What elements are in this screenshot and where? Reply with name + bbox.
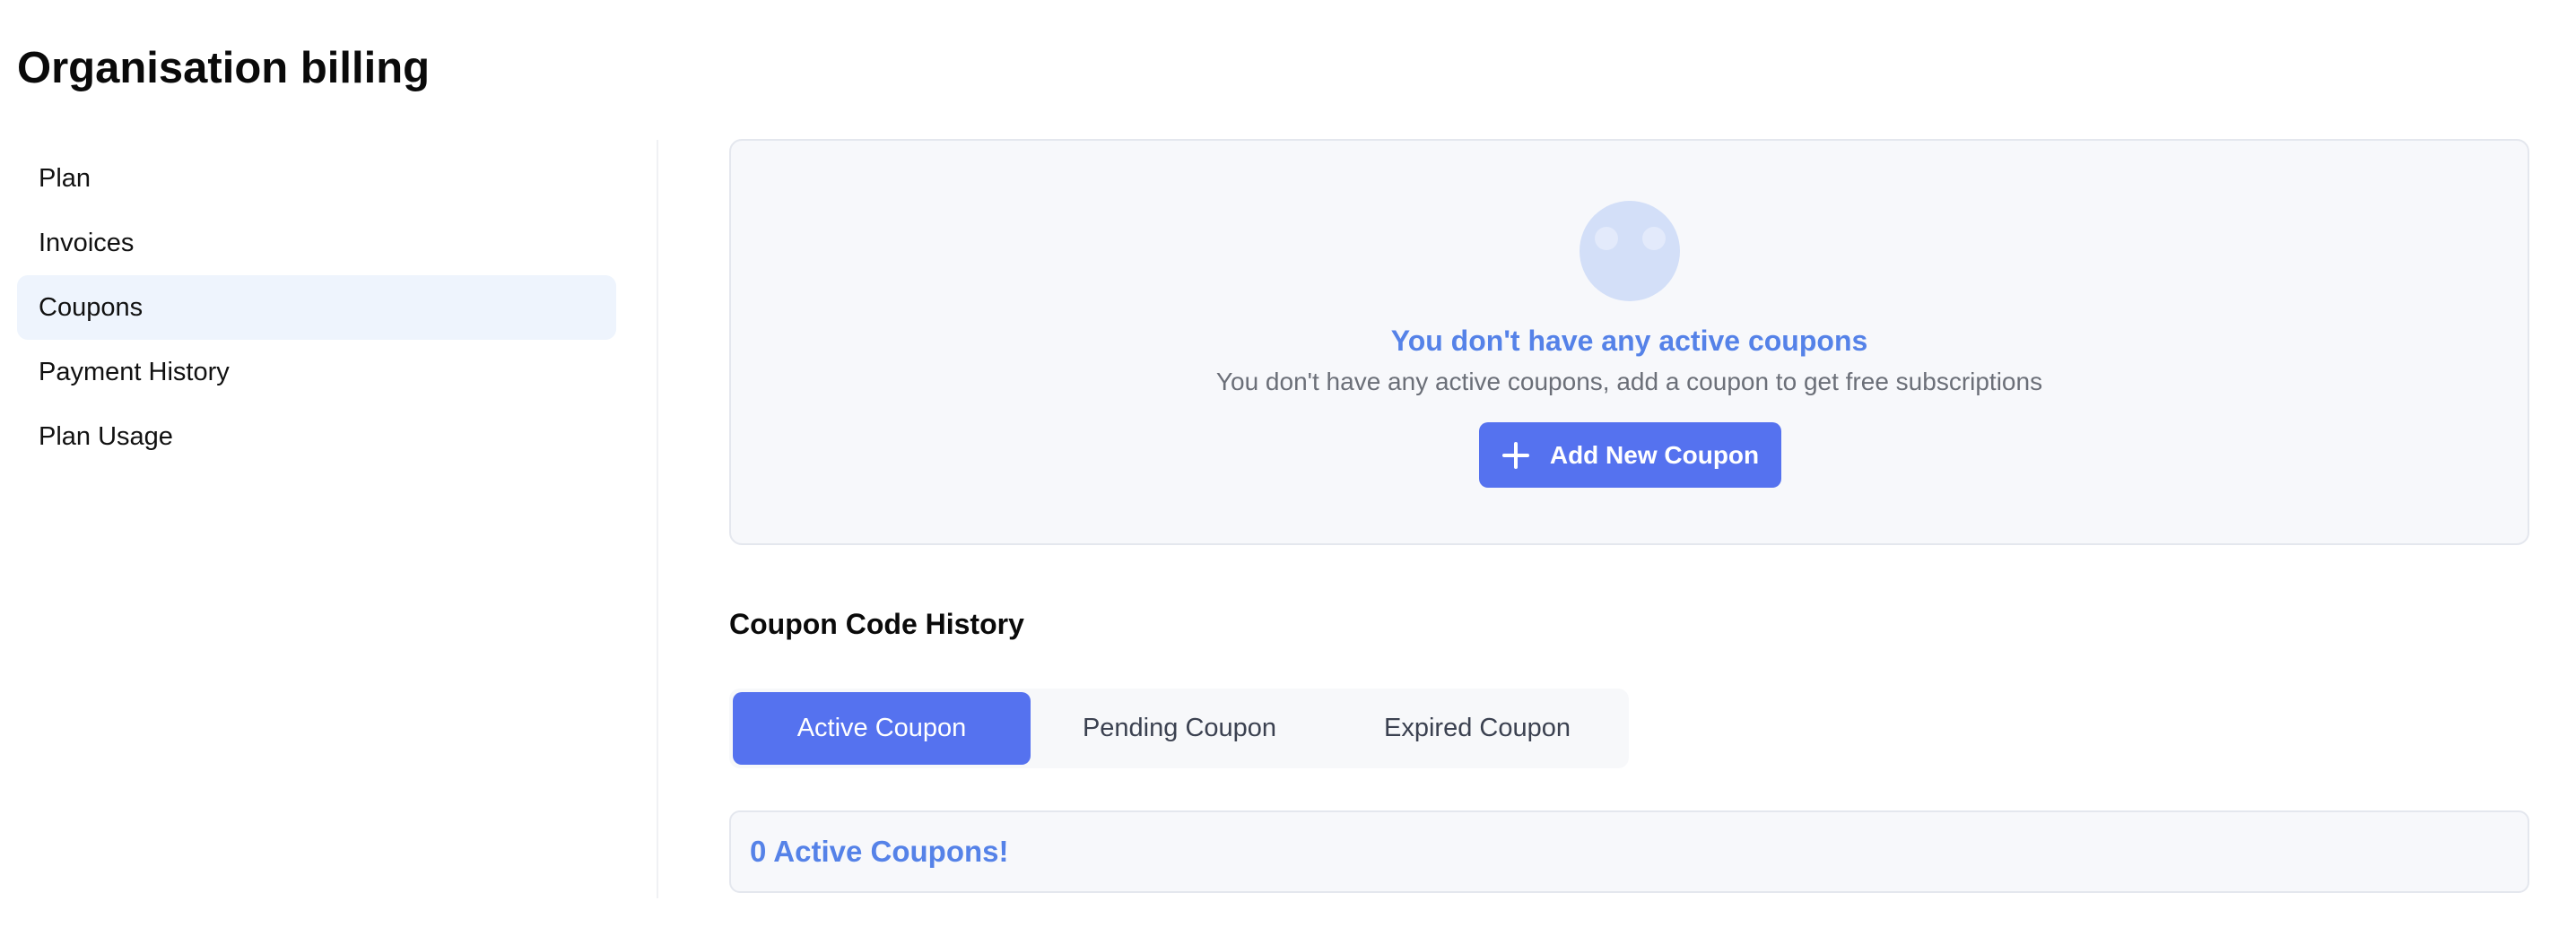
coupon-status-tabs: Active Coupon Pending Coupon Expired Cou…: [729, 689, 1629, 768]
sidebar-item-plan[interactable]: Plan: [17, 146, 616, 211]
sidebar-item-invoices[interactable]: Invoices: [17, 211, 616, 275]
add-new-coupon-button[interactable]: Add New Coupon: [1479, 422, 1781, 488]
add-new-coupon-label: Add New Coupon: [1549, 440, 1760, 469]
empty-face-right-eye: [1642, 227, 1666, 250]
empty-state-title: You don't have any active coupons: [1390, 325, 1868, 357]
sidebar-item-plan-usage[interactable]: Plan Usage: [17, 404, 616, 469]
sidebar-item-payment-history[interactable]: Payment History: [17, 340, 616, 404]
page-title: Organisation billing: [17, 44, 431, 92]
plus-icon: [1501, 441, 1530, 470]
empty-state-subtitle: You don't have any active coupons, add a…: [1215, 368, 2043, 395]
empty-coupons-card: You don't have any active coupons You do…: [729, 139, 2529, 545]
active-coupons-count: 0 Active Coupons!: [729, 810, 2529, 893]
sidebar-divider: [657, 140, 658, 898]
empty-face-icon: [1580, 201, 1680, 301]
tab-active-coupon[interactable]: Active Coupon: [733, 692, 1031, 765]
empty-face-left-eye: [1595, 227, 1618, 250]
sidebar-item-coupons[interactable]: Coupons: [17, 275, 616, 340]
tab-expired-coupon[interactable]: Expired Coupon: [1328, 692, 1626, 765]
coupon-history-title: Coupon Code History: [729, 608, 1024, 640]
tab-pending-coupon[interactable]: Pending Coupon: [1031, 692, 1328, 765]
billing-sidebar: Plan Invoices Coupons Payment History Pl…: [17, 146, 616, 469]
